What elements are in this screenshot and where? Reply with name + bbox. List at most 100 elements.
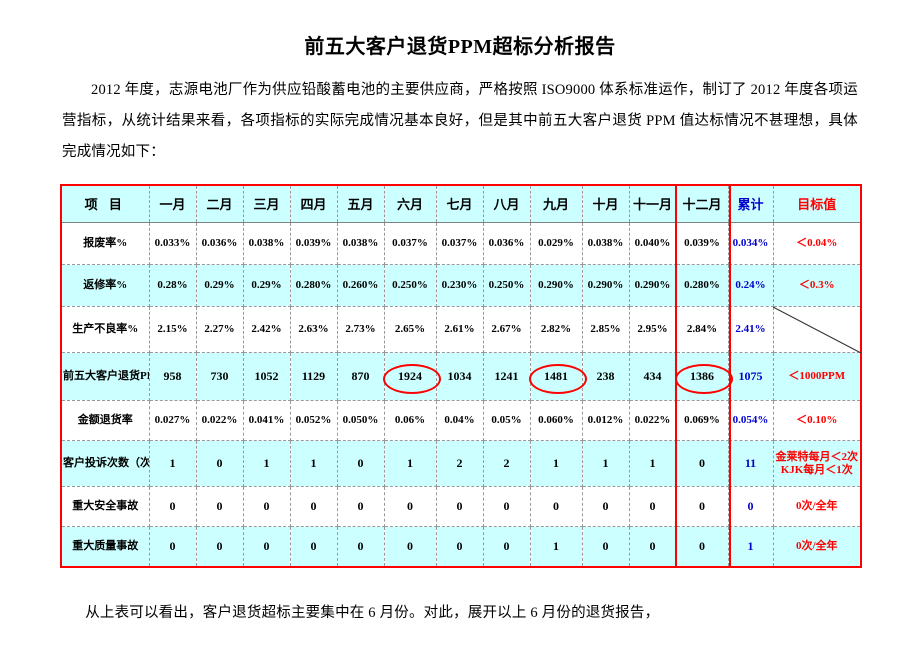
target-cell [772, 306, 862, 353]
data-cell: 2.85% [581, 306, 630, 353]
data-cell: 0 [242, 486, 291, 527]
row-label: 重大质量事故 [60, 526, 150, 567]
data-cell: 0.012% [581, 400, 630, 441]
data-cell: 0 [336, 526, 385, 567]
header-cell-may: 五月 [336, 184, 385, 223]
data-cell: 0 [336, 486, 385, 527]
data-cell: 1241 [482, 352, 531, 401]
header-cell-sep: 九月 [529, 184, 583, 223]
data-cell: 0.029% [529, 222, 583, 265]
data-cell: 0 [581, 526, 630, 567]
data-cell: 0.037% [435, 222, 484, 265]
data-cell: 0.280% [289, 264, 338, 307]
target-cell: ＜0.04% [772, 222, 862, 265]
intro-paragraph: 2012 年度，志源电池厂作为供应铅酸蓄电池的主要供应商，严格按照 ISO900… [62, 82, 858, 160]
target-cell: 0次/全年 [772, 486, 862, 527]
header-cell-dec: 十二月 [675, 184, 729, 223]
row-label: 报废率% [60, 222, 150, 265]
data-cell: 0.027% [148, 400, 197, 441]
table-row: 报废率% 0.033% 0.036% 0.038% 0.039% 0.038% 0.037%… [60, 222, 862, 265]
data-cell: 1 [529, 526, 583, 567]
data-cell: 0.29% [242, 264, 291, 307]
header-cell-aug: 八月 [482, 184, 531, 223]
data-cell: 0 [482, 526, 531, 567]
cumulative-cell: 11 [727, 440, 774, 487]
data-cell: 0.280% [675, 264, 729, 307]
data-cell: 0 [195, 440, 244, 487]
data-cell: 0 [675, 440, 729, 487]
header-cell-item: 项 目 [60, 184, 150, 223]
data-cell: 0.036% [195, 222, 244, 265]
data-cell: 0 [628, 486, 677, 527]
data-cell: 1481 [529, 352, 583, 401]
target-cell: ＜0.10% [772, 400, 862, 441]
table-row: 客户投诉次数（次）10110122111011金莱特每月＜2次 KJK每月＜1次 [60, 440, 862, 487]
data-cell: 0.050% [336, 400, 385, 441]
data-cell: 1 [289, 440, 338, 487]
data-cell: 0 [336, 440, 385, 487]
row-label: 生产不良率% [60, 306, 150, 353]
data-cell: 0.250% [482, 264, 531, 307]
data-cell: 238 [581, 352, 630, 401]
closing-paragraph: 从上表可以看出，客户退货超标主要集中在 6 月份。对此，展开以上 6 月份的退货… [85, 605, 660, 621]
header-cell-target: 目标值 [772, 184, 862, 223]
data-cell: 0 [383, 526, 437, 567]
data-cell: 2.82% [529, 306, 583, 353]
data-cell: 0.040% [628, 222, 677, 265]
data-cell: 0 [529, 486, 583, 527]
data-cell: 0.039% [675, 222, 729, 265]
data-cell: 0.290% [628, 264, 677, 307]
metrics-table: 项 目 一月 二月 三月 四月 五月 六月 七月 八月 九月 十月 十一月 十二… [60, 184, 862, 568]
header-cell-nov: 十一月 [628, 184, 677, 223]
table-row: 重大安全事故 0 0 0 0 0 0 0 0 0 0 0 0 0 0次/全年 [60, 486, 862, 527]
row-label: 返修率% [60, 264, 150, 307]
table-row: 生产不良率% 2.15% 2.27% 2.42% 2.63% 2.73% 2.65% 2.61… [60, 306, 862, 353]
data-cell: 0 [628, 526, 677, 567]
table-row: 前五大客户退货PPM958730105211298701924103412411… [60, 352, 862, 401]
data-cell: 1924 [383, 352, 437, 401]
data-cell: 0 [482, 486, 531, 527]
data-cell: 2.42% [242, 306, 291, 353]
cumulative-cell: 1075 [727, 352, 774, 401]
data-cell: 1 [242, 440, 291, 487]
data-cell: 0.022% [628, 400, 677, 441]
data-cell: 0.038% [581, 222, 630, 265]
data-cell: 0.022% [195, 400, 244, 441]
data-cell: 0.038% [242, 222, 291, 265]
header-cell-apr: 四月 [289, 184, 338, 223]
data-cell: 0 [581, 486, 630, 527]
data-cell: 730 [195, 352, 244, 401]
data-cell: 0 [148, 526, 197, 567]
data-cell: 0 [435, 486, 484, 527]
data-cell: 2.15% [148, 306, 197, 353]
header-cell-jul: 七月 [435, 184, 484, 223]
data-cell: 870 [336, 352, 385, 401]
data-cell: 2.61% [435, 306, 484, 353]
data-cell: 0 [148, 486, 197, 527]
cumulative-cell: 0.034% [727, 222, 774, 265]
data-cell: 1 [581, 440, 630, 487]
row-label: 前五大客户退货PPM [60, 352, 150, 401]
header-cell-jan: 一月 [148, 184, 197, 223]
table-body: 报废率% 0.033% 0.036% 0.038% 0.039% 0.038% 0.037%… [60, 222, 862, 567]
cumulative-cell: 1 [727, 526, 774, 567]
data-cell: 2.63% [289, 306, 338, 353]
data-cell: 1052 [242, 352, 291, 401]
data-cell: 0.29% [195, 264, 244, 307]
data-cell: 0.052% [289, 400, 338, 441]
metrics-table-container: 项 目 一月 二月 三月 四月 五月 六月 七月 八月 九月 十月 十一月 十二… [60, 184, 862, 568]
header-cell-cumulative: 累计 [727, 184, 774, 223]
data-cell: 1 [383, 440, 437, 487]
row-label: 金额退货率 [60, 400, 150, 441]
data-cell: 1 [529, 440, 583, 487]
data-cell: 0.230% [435, 264, 484, 307]
data-cell: 1 [628, 440, 677, 487]
cumulative-cell: 0 [727, 486, 774, 527]
data-cell: 0.250% [383, 264, 437, 307]
data-cell: 0.033% [148, 222, 197, 265]
data-cell: 0.260% [336, 264, 385, 307]
data-cell: 0 [195, 486, 244, 527]
data-cell: 0.038% [336, 222, 385, 265]
table-head: 项 目 一月 二月 三月 四月 五月 六月 七月 八月 九月 十月 十一月 十二… [60, 184, 862, 223]
data-cell: 2.95% [628, 306, 677, 353]
